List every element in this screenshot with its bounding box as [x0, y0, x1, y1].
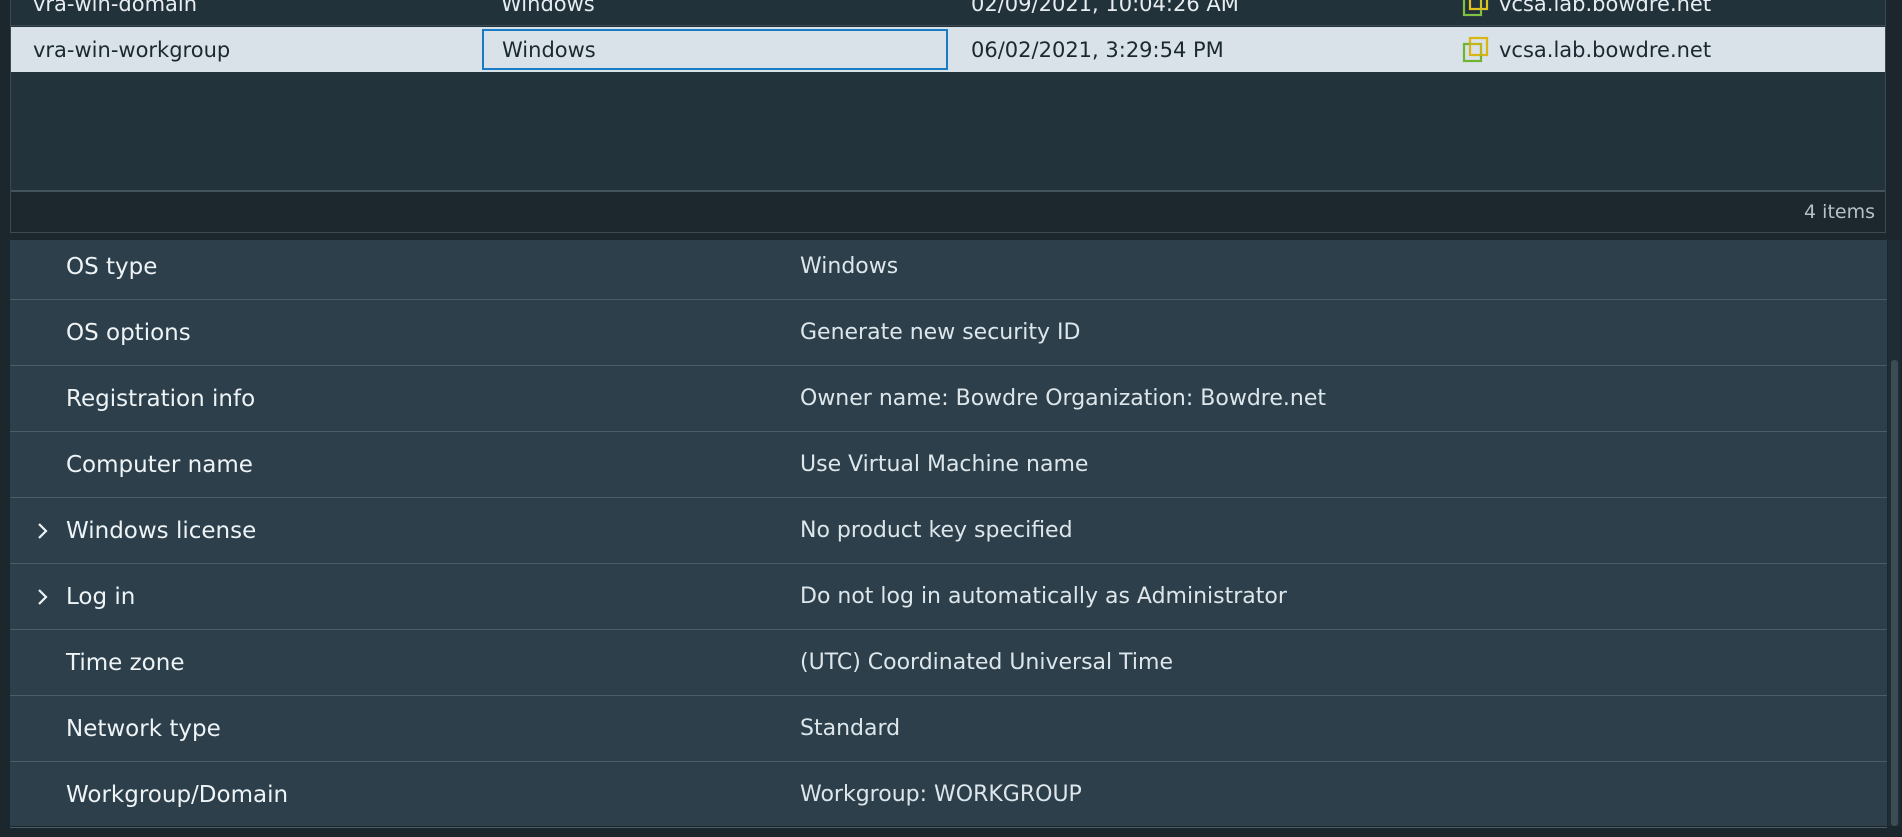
table-row[interactable]: vra-win-domain Windows 02/09/2021, 10:04…: [11, 0, 1885, 26]
template-datagrid: vra-win-domain Windows 02/09/2021, 10:04…: [10, 0, 1886, 233]
detail-value: No product key specified: [800, 518, 1073, 543]
detail-row-time-zone: Time zone (UTC) Coordinated Universal Ti…: [10, 630, 1887, 696]
cell-vcenter-label: vcsa.lab.bowdre.net: [1499, 0, 1712, 16]
detail-value: Owner name: Bowdre Organization: Bowdre.…: [800, 386, 1326, 411]
detail-row-windows-license[interactable]: Windows license No product key specified: [10, 498, 1887, 564]
vsphere-template-icon: [1462, 0, 1489, 16]
detail-value: Workgroup: WORKGROUP: [800, 782, 1082, 807]
detail-label: OS type: [66, 253, 158, 280]
item-count: 4 items: [1804, 201, 1875, 223]
grid-footer: 4 items: [11, 190, 1885, 232]
detail-label: OS options: [66, 319, 191, 346]
vsphere-template-icon: [1462, 36, 1489, 62]
detail-label: Network type: [66, 715, 221, 742]
customization-details: OS type Windows OS options Generate new …: [10, 240, 1887, 828]
detail-row-registration-info: Registration info Owner name: Bowdre Org…: [10, 366, 1887, 432]
detail-row-computer-name: Computer name Use Virtual Machine name: [10, 432, 1887, 498]
chevron-right-icon[interactable]: [36, 564, 50, 629]
details-scrollbar[interactable]: [1888, 240, 1900, 826]
detail-label: Workgroup/Domain: [66, 781, 289, 808]
cell-date: 02/09/2021, 10:04:26 AM: [971, 0, 1239, 16]
detail-value: Generate new security ID: [800, 320, 1081, 345]
chevron-right-icon[interactable]: [36, 498, 50, 563]
detail-label: Computer name: [66, 451, 253, 478]
scrollbar-thumb[interactable]: [1891, 360, 1898, 826]
table-row-selected[interactable]: vra-win-workgroup Windows 06/02/2021, 3:…: [11, 27, 1885, 72]
detail-row-log-in[interactable]: Log in Do not log in automatically as Ad…: [10, 564, 1887, 630]
cell-os: Windows: [501, 0, 595, 16]
detail-row-workgroup-domain: Workgroup/Domain Workgroup: WORKGROUP: [10, 762, 1887, 828]
grid-empty-area: [11, 72, 1885, 190]
detail-value: (UTC) Coordinated Universal Time: [800, 650, 1173, 675]
detail-value: Windows: [800, 254, 899, 279]
detail-label: Windows license: [66, 517, 257, 544]
app-frame: vra-win-domain Windows 02/09/2021, 10:04…: [0, 0, 1902, 837]
cell-vcenter-label: vcsa.lab.bowdre.net: [1499, 37, 1712, 62]
cell-date: 06/02/2021, 3:29:54 PM: [971, 37, 1224, 62]
detail-row-os-type: OS type Windows: [10, 234, 1887, 300]
detail-value: Do not log in automatically as Administr…: [800, 584, 1287, 609]
cell-os-focused[interactable]: Windows: [482, 29, 948, 70]
detail-label: Time zone: [66, 649, 185, 676]
detail-value: Use Virtual Machine name: [800, 452, 1089, 477]
detail-value: Standard: [800, 716, 901, 741]
detail-row-os-options: OS options Generate new security ID: [10, 300, 1887, 366]
detail-row-network-type: Network type Standard: [10, 696, 1887, 762]
detail-label: Log in: [66, 583, 136, 610]
cell-name: vra-win-workgroup: [33, 37, 231, 62]
cell-vcenter[interactable]: vcsa.lab.bowdre.net: [1449, 0, 1885, 25]
detail-label: Registration info: [66, 385, 256, 412]
cell-vcenter[interactable]: vcsa.lab.bowdre.net: [1449, 27, 1885, 72]
cell-name: vra-win-domain: [33, 0, 198, 16]
